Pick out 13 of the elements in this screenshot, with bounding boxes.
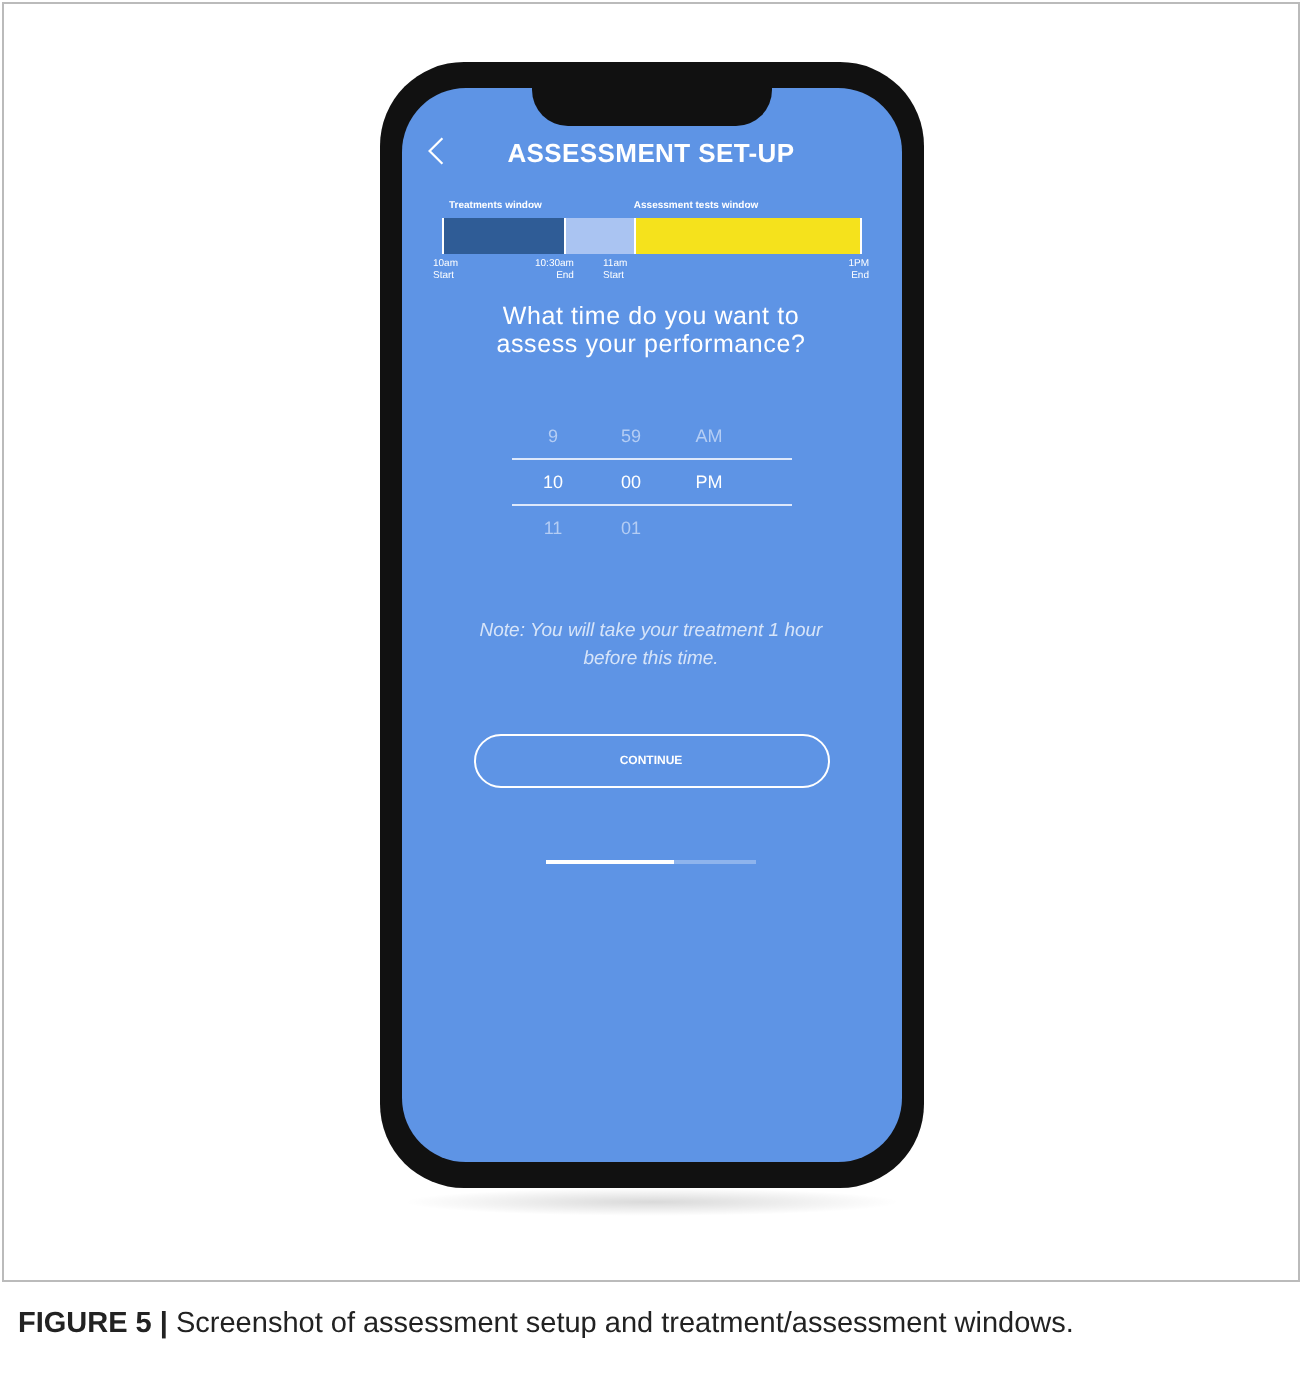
picker-value[interactable]: 00 [595,472,667,492]
picker-value[interactable]: 9 [517,426,589,446]
back-icon[interactable] [427,136,443,166]
question-text: What time do you want to assess your performance? [494,302,808,358]
screen-title: ASSESSMENT SET-UP [507,137,795,167]
picker-value[interactable]: 11 [517,518,589,538]
picker-value[interactable]: 01 [595,518,667,538]
figure-caption: FIGURE 5 | Screenshot of assessment setup and treatment/assessment windows. [18,1306,1076,1344]
picker-value[interactable]: 10 [517,472,589,492]
picker-value[interactable]: 59 [595,426,667,446]
note-text: Note: You will take your treatment 1 hour before this time. [477,618,825,674]
picker-value[interactable]: AM [673,426,745,446]
picker-value[interactable]: PM [673,472,745,492]
